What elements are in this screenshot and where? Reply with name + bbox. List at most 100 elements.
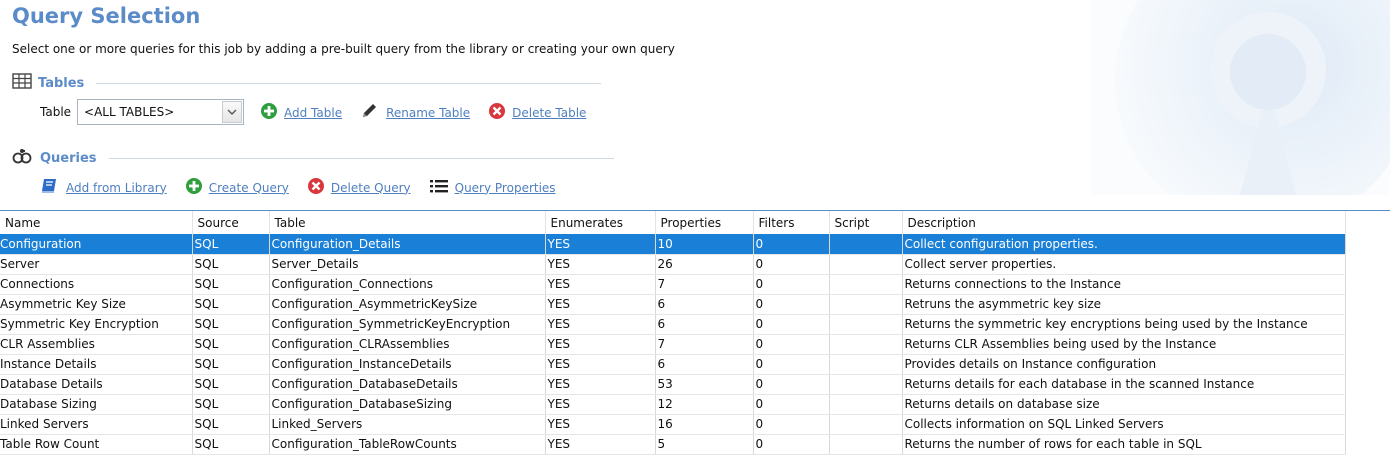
- cell-description: Retruns the asymmetric key size: [902, 294, 1346, 315]
- cell-name: Table Row Count: [0, 434, 193, 455]
- cell-enumerates: YES: [545, 234, 656, 255]
- table-row[interactable]: Instance Details SQL Configuration_Insta…: [0, 354, 1346, 375]
- create-query-label: Create Query: [208, 180, 289, 195]
- cell-name: Instance Details: [0, 354, 193, 375]
- cell-description: Collects information on SQL Linked Serve…: [902, 414, 1346, 435]
- cell-name: Server: [0, 254, 193, 275]
- cell-enumerates: YES: [545, 374, 656, 395]
- cell-filters: 0: [753, 254, 830, 275]
- cell-description: Returns CLR Assemblies being used by the…: [902, 334, 1346, 355]
- cell-source: SQL: [192, 414, 270, 435]
- cell-source: SQL: [192, 434, 270, 455]
- cell-description: Returns the symmetric key encryptions be…: [902, 314, 1346, 335]
- cell-enumerates: YES: [545, 354, 656, 375]
- cell-table: Configuration_DatabaseDetails: [269, 374, 546, 395]
- plus-circle-icon: [185, 177, 203, 198]
- queries-divider: [108, 157, 614, 159]
- table-select[interactable]: <ALL TABLES>: [77, 99, 245, 125]
- cell-filters: 0: [753, 294, 830, 315]
- add-table-label: Add Table: [284, 105, 343, 120]
- cell-description: Returns details for each database in the…: [902, 374, 1346, 395]
- column-header-source[interactable]: Source: [192, 211, 270, 234]
- cell-description: Collect configuration properties.: [902, 234, 1346, 255]
- cell-script: [829, 414, 903, 435]
- tables-divider: [96, 82, 602, 84]
- plus-circle-icon: [260, 102, 278, 123]
- cell-script: [829, 254, 903, 275]
- cell-filters: 0: [753, 414, 830, 435]
- cell-name: Linked Servers: [0, 414, 193, 435]
- queries-icon: [12, 148, 34, 168]
- cell-script: [829, 234, 903, 255]
- cell-filters: 0: [753, 394, 830, 415]
- add-from-library-button[interactable]: Add from Library: [40, 177, 167, 198]
- cell-source: SQL: [192, 294, 270, 315]
- cell-description: Returns connections to the Instance: [902, 274, 1346, 295]
- cell-source: SQL: [192, 394, 270, 415]
- cell-script: [829, 374, 903, 395]
- cell-source: SQL: [192, 374, 270, 395]
- cell-properties: 6: [655, 314, 754, 335]
- rename-table-button[interactable]: Rename Table: [360, 102, 470, 123]
- cell-script: [829, 394, 903, 415]
- query-properties-label: Query Properties: [454, 180, 556, 195]
- cell-source: SQL: [192, 334, 270, 355]
- tables-actions: Add Table Rename Table Delete Table: [260, 102, 586, 123]
- cell-properties: 5: [655, 434, 754, 455]
- cell-source: SQL: [192, 274, 270, 295]
- column-header-name[interactable]: Name: [0, 211, 193, 234]
- cell-name: Asymmetric Key Size: [0, 294, 193, 315]
- cell-properties: 26: [655, 254, 754, 275]
- page-title: Query Selection: [12, 4, 201, 28]
- table-grid-icon: [12, 73, 32, 93]
- table-row[interactable]: Database Sizing SQL Configuration_Databa…: [0, 394, 1346, 415]
- table-row[interactable]: Symmetric Key Encryption SQL Configurati…: [0, 314, 1346, 335]
- column-header-properties[interactable]: Properties: [655, 211, 754, 234]
- cell-enumerates: YES: [545, 434, 656, 455]
- grid-header-row: Name Source Table Enumerates Properties …: [0, 211, 1346, 234]
- column-header-filters[interactable]: Filters: [753, 211, 830, 234]
- delete-table-label: Delete Table: [512, 105, 587, 120]
- table-row[interactable]: Configuration SQL Configuration_Details …: [0, 234, 1346, 255]
- table-label: Table: [40, 105, 72, 119]
- cell-properties: 7: [655, 274, 754, 295]
- cell-name: Database Sizing: [0, 394, 193, 415]
- add-table-button[interactable]: Add Table: [260, 102, 342, 123]
- table-row[interactable]: Asymmetric Key Size SQL Configuration_As…: [0, 294, 1346, 315]
- cell-script: [829, 274, 903, 295]
- query-properties-button[interactable]: Query Properties: [429, 177, 556, 198]
- cell-filters: 0: [753, 434, 830, 455]
- chevron-down-icon[interactable]: [222, 101, 243, 123]
- table-row[interactable]: Connections SQL Configuration_Connection…: [0, 274, 1346, 295]
- cell-filters: 0: [753, 274, 830, 295]
- cell-table: Configuration_SymmetricKeyEncryption: [269, 314, 546, 335]
- cell-filters: 0: [753, 334, 830, 355]
- cell-name: Symmetric Key Encryption: [0, 314, 193, 335]
- column-header-enumerates[interactable]: Enumerates: [545, 211, 656, 234]
- table-row[interactable]: CLR Assemblies SQL Configuration_CLRAsse…: [0, 334, 1346, 355]
- table-row[interactable]: Table Row Count SQL Configuration_TableR…: [0, 434, 1346, 455]
- column-header-table[interactable]: Table: [269, 211, 546, 234]
- cell-table: Configuration_Connections: [269, 274, 546, 295]
- cell-enumerates: YES: [545, 314, 656, 335]
- cell-properties: 6: [655, 294, 754, 315]
- column-header-description[interactable]: Description: [902, 211, 1346, 234]
- cell-properties: 10: [655, 234, 754, 255]
- delete-query-button[interactable]: Delete Query: [307, 177, 411, 198]
- delete-query-label: Delete Query: [330, 180, 411, 195]
- table-row[interactable]: Linked Servers SQL Linked_Servers YES 16…: [0, 414, 1346, 435]
- cell-properties: 16: [655, 414, 754, 435]
- cell-script: [829, 434, 903, 455]
- cell-table: Configuration_Details: [269, 234, 546, 255]
- column-header-script[interactable]: Script: [829, 211, 903, 234]
- queries-section-header: Queries: [12, 148, 614, 168]
- queries-grid: Name Source Table Enumerates Properties …: [0, 210, 1390, 455]
- book-icon: [40, 177, 60, 198]
- delete-table-button[interactable]: Delete Table: [488, 102, 586, 123]
- cell-script: [829, 334, 903, 355]
- create-query-button[interactable]: Create Query: [185, 177, 289, 198]
- rename-table-label: Rename Table: [386, 105, 471, 120]
- table-row[interactable]: Server SQL Server_Details YES 26 0 Colle…: [0, 254, 1346, 275]
- table-row[interactable]: Database Details SQL Configuration_Datab…: [0, 374, 1346, 395]
- cell-enumerates: YES: [545, 254, 656, 275]
